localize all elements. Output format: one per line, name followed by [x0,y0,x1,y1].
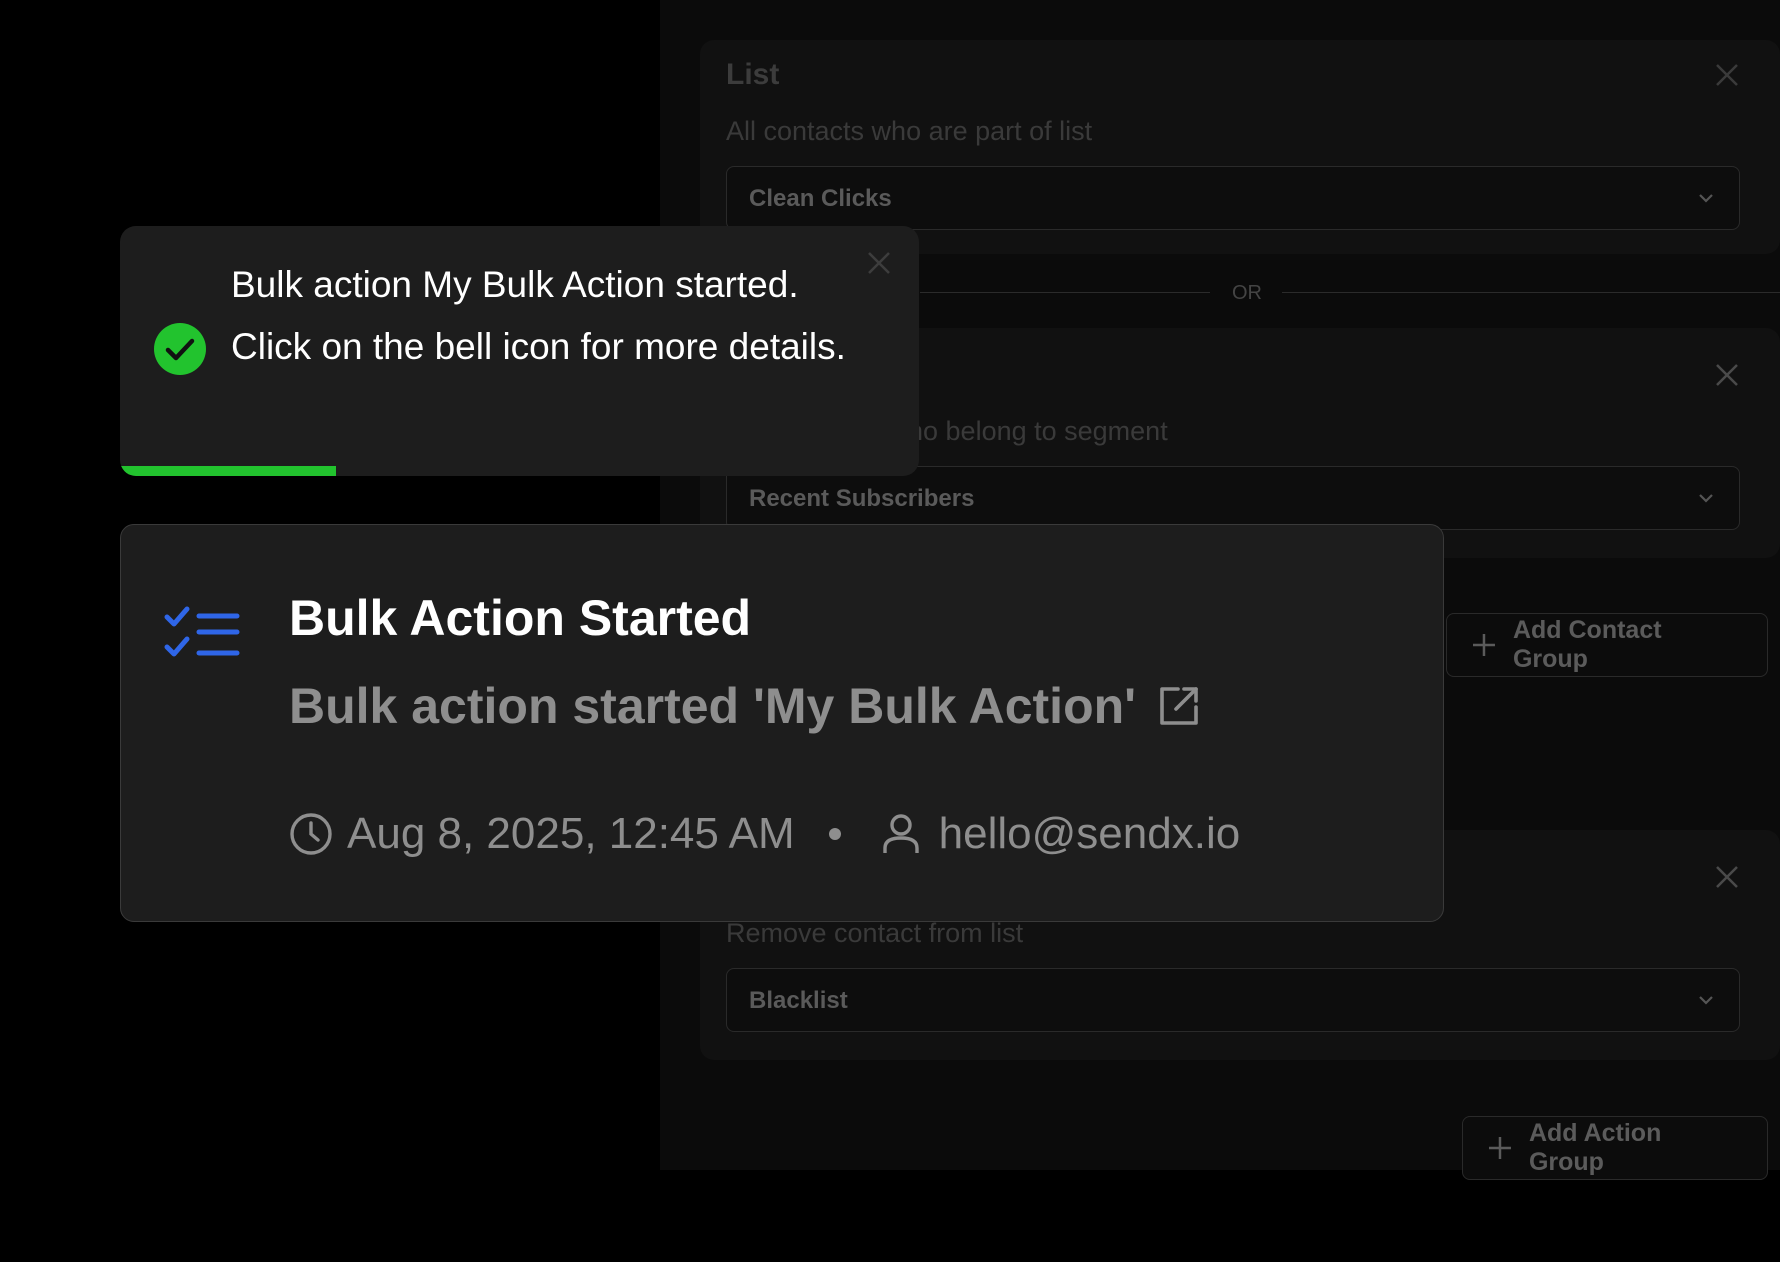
notification-description[interactable]: Bulk action started 'My Bulk Action' [289,677,1202,735]
or-separator-label: OR [1232,282,1262,304]
meta-separator-dot [828,828,841,840]
add-action-group-button[interactable]: Add Action Group [1462,1116,1768,1180]
close-icon[interactable] [1712,60,1742,90]
notification-meta: Aug 8, 2025, 12:45 AM hello@sendx.io [289,809,1240,859]
user-icon [882,814,919,853]
notification-timestamp: Aug 8, 2025, 12:45 AM [347,809,795,858]
close-icon[interactable] [864,248,894,278]
action-list-select-value: Blacklist [749,987,848,1014]
success-toast: Bulk action My Bulk Action started. Clic… [120,226,919,476]
segment-condition-subtitle: ho belong to segment [908,416,1168,446]
separator-line [1282,292,1780,293]
chevron-down-icon [1699,996,1713,1005]
toast-progress-bar [120,466,336,476]
check-circle-icon [154,323,206,375]
action-subtitle: Remove contact from list [726,918,1024,948]
notification-title: Bulk Action Started [289,590,752,646]
or-separator: OR [920,282,1780,304]
action-list-select[interactable]: Blacklist [726,968,1740,1032]
add-contact-group-label: Add Contact Group [1512,616,1662,673]
list-condition-subtitle: All contacts who are part of list [726,116,1093,146]
list-select[interactable]: Clean Clicks [726,166,1740,230]
notification-user: hello@sendx.io [938,809,1241,858]
chevron-down-icon [1699,494,1713,503]
add-contact-group-button[interactable]: Add Contact Group [1446,613,1768,677]
add-action-group-label: Add Action Group [1528,1119,1662,1176]
external-link-icon[interactable] [1156,683,1202,729]
list-select-value: Clean Clicks [749,185,892,212]
list-condition-title: List [726,58,780,91]
toast-progress-track [120,466,919,476]
segment-select-value: Recent Subscribers [749,485,975,512]
checklist-icon [164,606,240,657]
plus-icon [1488,1137,1511,1159]
separator-line [920,292,1210,293]
plus-icon [1472,634,1495,656]
toast-message: Bulk action My Bulk Action started. Clic… [231,264,846,367]
chevron-down-icon [1699,194,1713,203]
clock-icon [290,813,332,855]
notification-description-text: Bulk action started 'My Bulk Action' [289,678,1137,734]
close-icon[interactable] [1712,360,1742,390]
close-icon[interactable] [1712,862,1742,892]
notification-card[interactable]: Bulk Action Started Bulk action started … [120,524,1444,922]
